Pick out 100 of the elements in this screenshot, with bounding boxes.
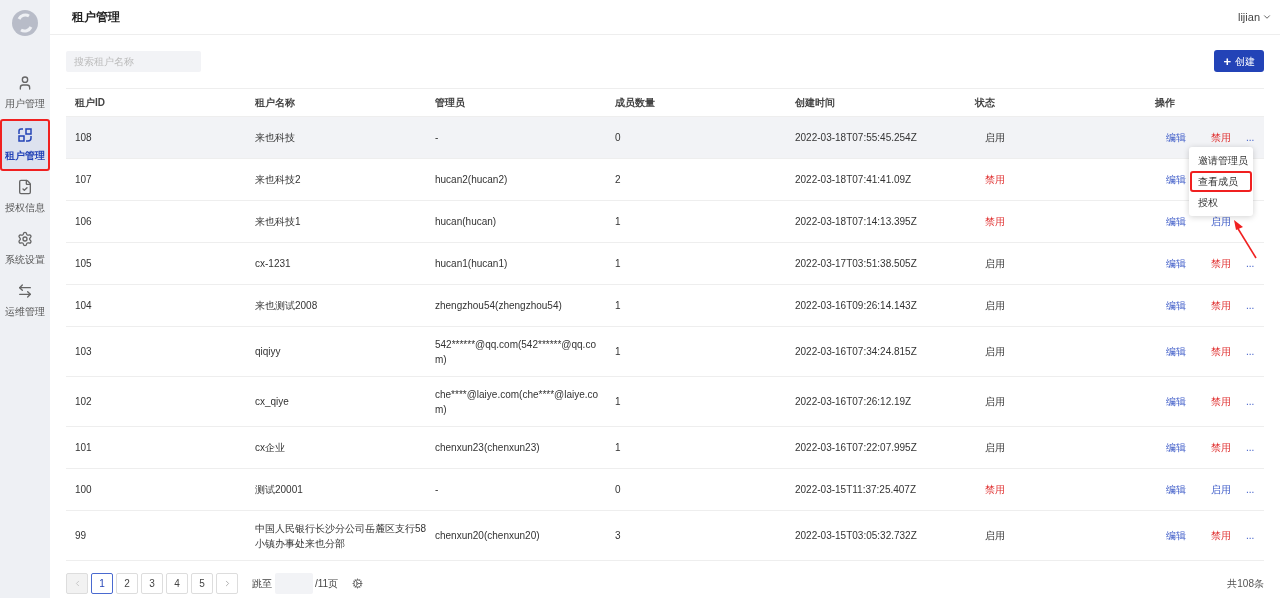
column-header: 创建时间 <box>795 96 836 110</box>
sidebar-item[interactable]: 授权信息 <box>0 171 50 223</box>
table-cell-text: 2022-03-17T03:51:38.505Z <box>795 257 918 271</box>
edit-link[interactable]: 编辑 <box>1166 440 1211 455</box>
create-button[interactable]: + 创建 <box>1214 50 1264 72</box>
more-link[interactable]: ... <box>1246 300 1255 311</box>
table-cell-text: 2022-03-18T07:55:45.254Z <box>795 131 918 145</box>
sidebar-item[interactable]: 用户管理 <box>0 67 50 119</box>
table-cell-text: - <box>435 131 440 145</box>
table-cell-text: hucan2(hucan2) <box>435 173 509 187</box>
table-cell-text: 1 <box>615 395 622 409</box>
table-cell-text: 104 <box>75 299 93 313</box>
edit-link[interactable]: 编辑 <box>1166 344 1211 359</box>
table-cell-text: 99 <box>75 529 88 543</box>
table-cell-text: hucan1(hucan1) <box>435 257 509 271</box>
table-cell-text: 1 <box>615 345 622 359</box>
more-link[interactable]: ... <box>1246 484 1255 495</box>
toggle-link[interactable]: 启用 <box>1211 482 1246 497</box>
table-cell-text: chenxun20(chenxun20) <box>435 529 541 543</box>
status-text: 启用 <box>984 345 1006 359</box>
sidebar-item[interactable]: 系统设置 <box>0 223 50 275</box>
sidebar-label: 租户管理 <box>5 149 45 163</box>
table-cell-text: 100 <box>75 483 93 497</box>
edit-link[interactable]: 编辑 <box>1166 256 1211 271</box>
next-page-button[interactable] <box>216 573 238 594</box>
status-text: 启用 <box>984 299 1006 313</box>
table-cell-text: - <box>435 483 440 497</box>
edit-link[interactable]: 编辑 <box>1166 482 1211 497</box>
page-count: /11页 <box>315 577 339 591</box>
table-cell-text: 103 <box>75 345 93 359</box>
more-link[interactable]: ... <box>1246 258 1255 269</box>
toggle-link[interactable]: 禁用 <box>1211 130 1246 145</box>
status-text: 启用 <box>984 529 1006 543</box>
table-cell-text: 来也科技1 <box>255 215 302 229</box>
toggle-link[interactable]: 禁用 <box>1211 440 1246 455</box>
status-text: 启用 <box>984 257 1006 271</box>
menu-item[interactable]: 授权 <box>1192 192 1250 213</box>
sidebar-label: 用户管理 <box>5 97 45 111</box>
sidebar-item[interactable]: 租户管理 <box>0 119 50 171</box>
more-link[interactable]: ... <box>1246 530 1255 541</box>
table-cell-text: cx_qiye <box>255 395 290 409</box>
table-cell-text: 来也科技 <box>255 131 296 145</box>
table-cell-text: 2022-03-18T07:14:13.395Z <box>795 215 918 229</box>
sidebar-label: 系统设置 <box>5 253 45 267</box>
logo-icon <box>11 9 39 37</box>
column-header: 状态 <box>975 96 996 110</box>
table-cell-text: chenxun23(chenxun23) <box>435 441 541 455</box>
grid-icon <box>17 127 33 143</box>
column-header: 成员数量 <box>615 96 656 110</box>
table-cell-text: 1 <box>615 441 622 455</box>
arrows-icon <box>17 283 33 299</box>
table-cell-text: 107 <box>75 173 93 187</box>
toggle-link[interactable]: 禁用 <box>1211 344 1246 359</box>
table-cell-text: 106 <box>75 215 93 229</box>
toggle-link[interactable]: 禁用 <box>1211 394 1246 409</box>
annotation-arrow <box>1234 220 1257 259</box>
table-cell-text: 2022-03-18T07:41:41.09Z <box>795 173 913 187</box>
toggle-link[interactable]: 禁用 <box>1211 528 1246 543</box>
page-button[interactable]: 3 <box>141 573 163 594</box>
page-button[interactable]: 5 <box>191 573 213 594</box>
user-menu[interactable]: lijian <box>1238 8 1272 26</box>
toggle-link[interactable]: 禁用 <box>1211 256 1246 271</box>
page-button[interactable]: 4 <box>166 573 188 594</box>
total-count: 共108条 <box>1227 577 1264 591</box>
jump-label: 跳至 <box>252 577 272 591</box>
edit-link[interactable]: 编辑 <box>1166 130 1211 145</box>
toggle-link[interactable]: 启用 <box>1211 214 1246 229</box>
table-cell-text: 0 <box>615 131 622 145</box>
table-cell-text: 2022-03-16T07:34:24.815Z <box>795 345 918 359</box>
sidebar-label: 授权信息 <box>5 201 45 215</box>
column-header: 管理员 <box>435 96 466 110</box>
more-link[interactable]: ... <box>1246 442 1255 453</box>
status-text: 禁用 <box>984 215 1006 229</box>
page-button[interactable]: 2 <box>116 573 138 594</box>
column-header: 操作 <box>1155 96 1176 110</box>
table-cell-text: cx-1231 <box>255 257 292 271</box>
edit-link[interactable]: 编辑 <box>1166 298 1211 313</box>
table-cell-text: 1 <box>615 215 622 229</box>
table-cell-text: zhengzhou54(zhengzhou54) <box>435 299 563 313</box>
more-link[interactable]: ... <box>1246 132 1255 143</box>
table-cell-text: 中国人民银行长沙分公司岳麓区支行58小镇办事处来也分部 <box>255 521 428 551</box>
menu-item[interactable]: 查看成员 <box>1190 171 1252 192</box>
menu-item[interactable]: 邀请管理员 <box>1192 150 1250 171</box>
more-link[interactable]: ... <box>1246 396 1255 407</box>
table-cell-text: 来也测试2008 <box>255 299 319 313</box>
table-cell-text: 2022-03-15T03:05:32.732Z <box>795 529 918 543</box>
sidebar-item[interactable]: 运维管理 <box>0 275 50 327</box>
edit-link[interactable]: 编辑 <box>1166 528 1211 543</box>
table-cell-text: qiqiyy <box>255 345 282 359</box>
page-button[interactable]: 1 <box>91 573 113 594</box>
user-icon <box>17 75 33 91</box>
page-title: 租户管理 <box>72 9 120 26</box>
toggle-link[interactable]: 禁用 <box>1211 298 1246 313</box>
settings-icon[interactable] <box>352 578 364 589</box>
column-header: 租户ID <box>75 96 106 110</box>
table-cell-text: 105 <box>75 257 93 271</box>
edit-link[interactable]: 编辑 <box>1166 394 1211 409</box>
edit-link[interactable]: 编辑 <box>1166 214 1211 229</box>
more-link[interactable]: ... <box>1246 346 1255 357</box>
column-header: 租户名称 <box>255 96 296 110</box>
